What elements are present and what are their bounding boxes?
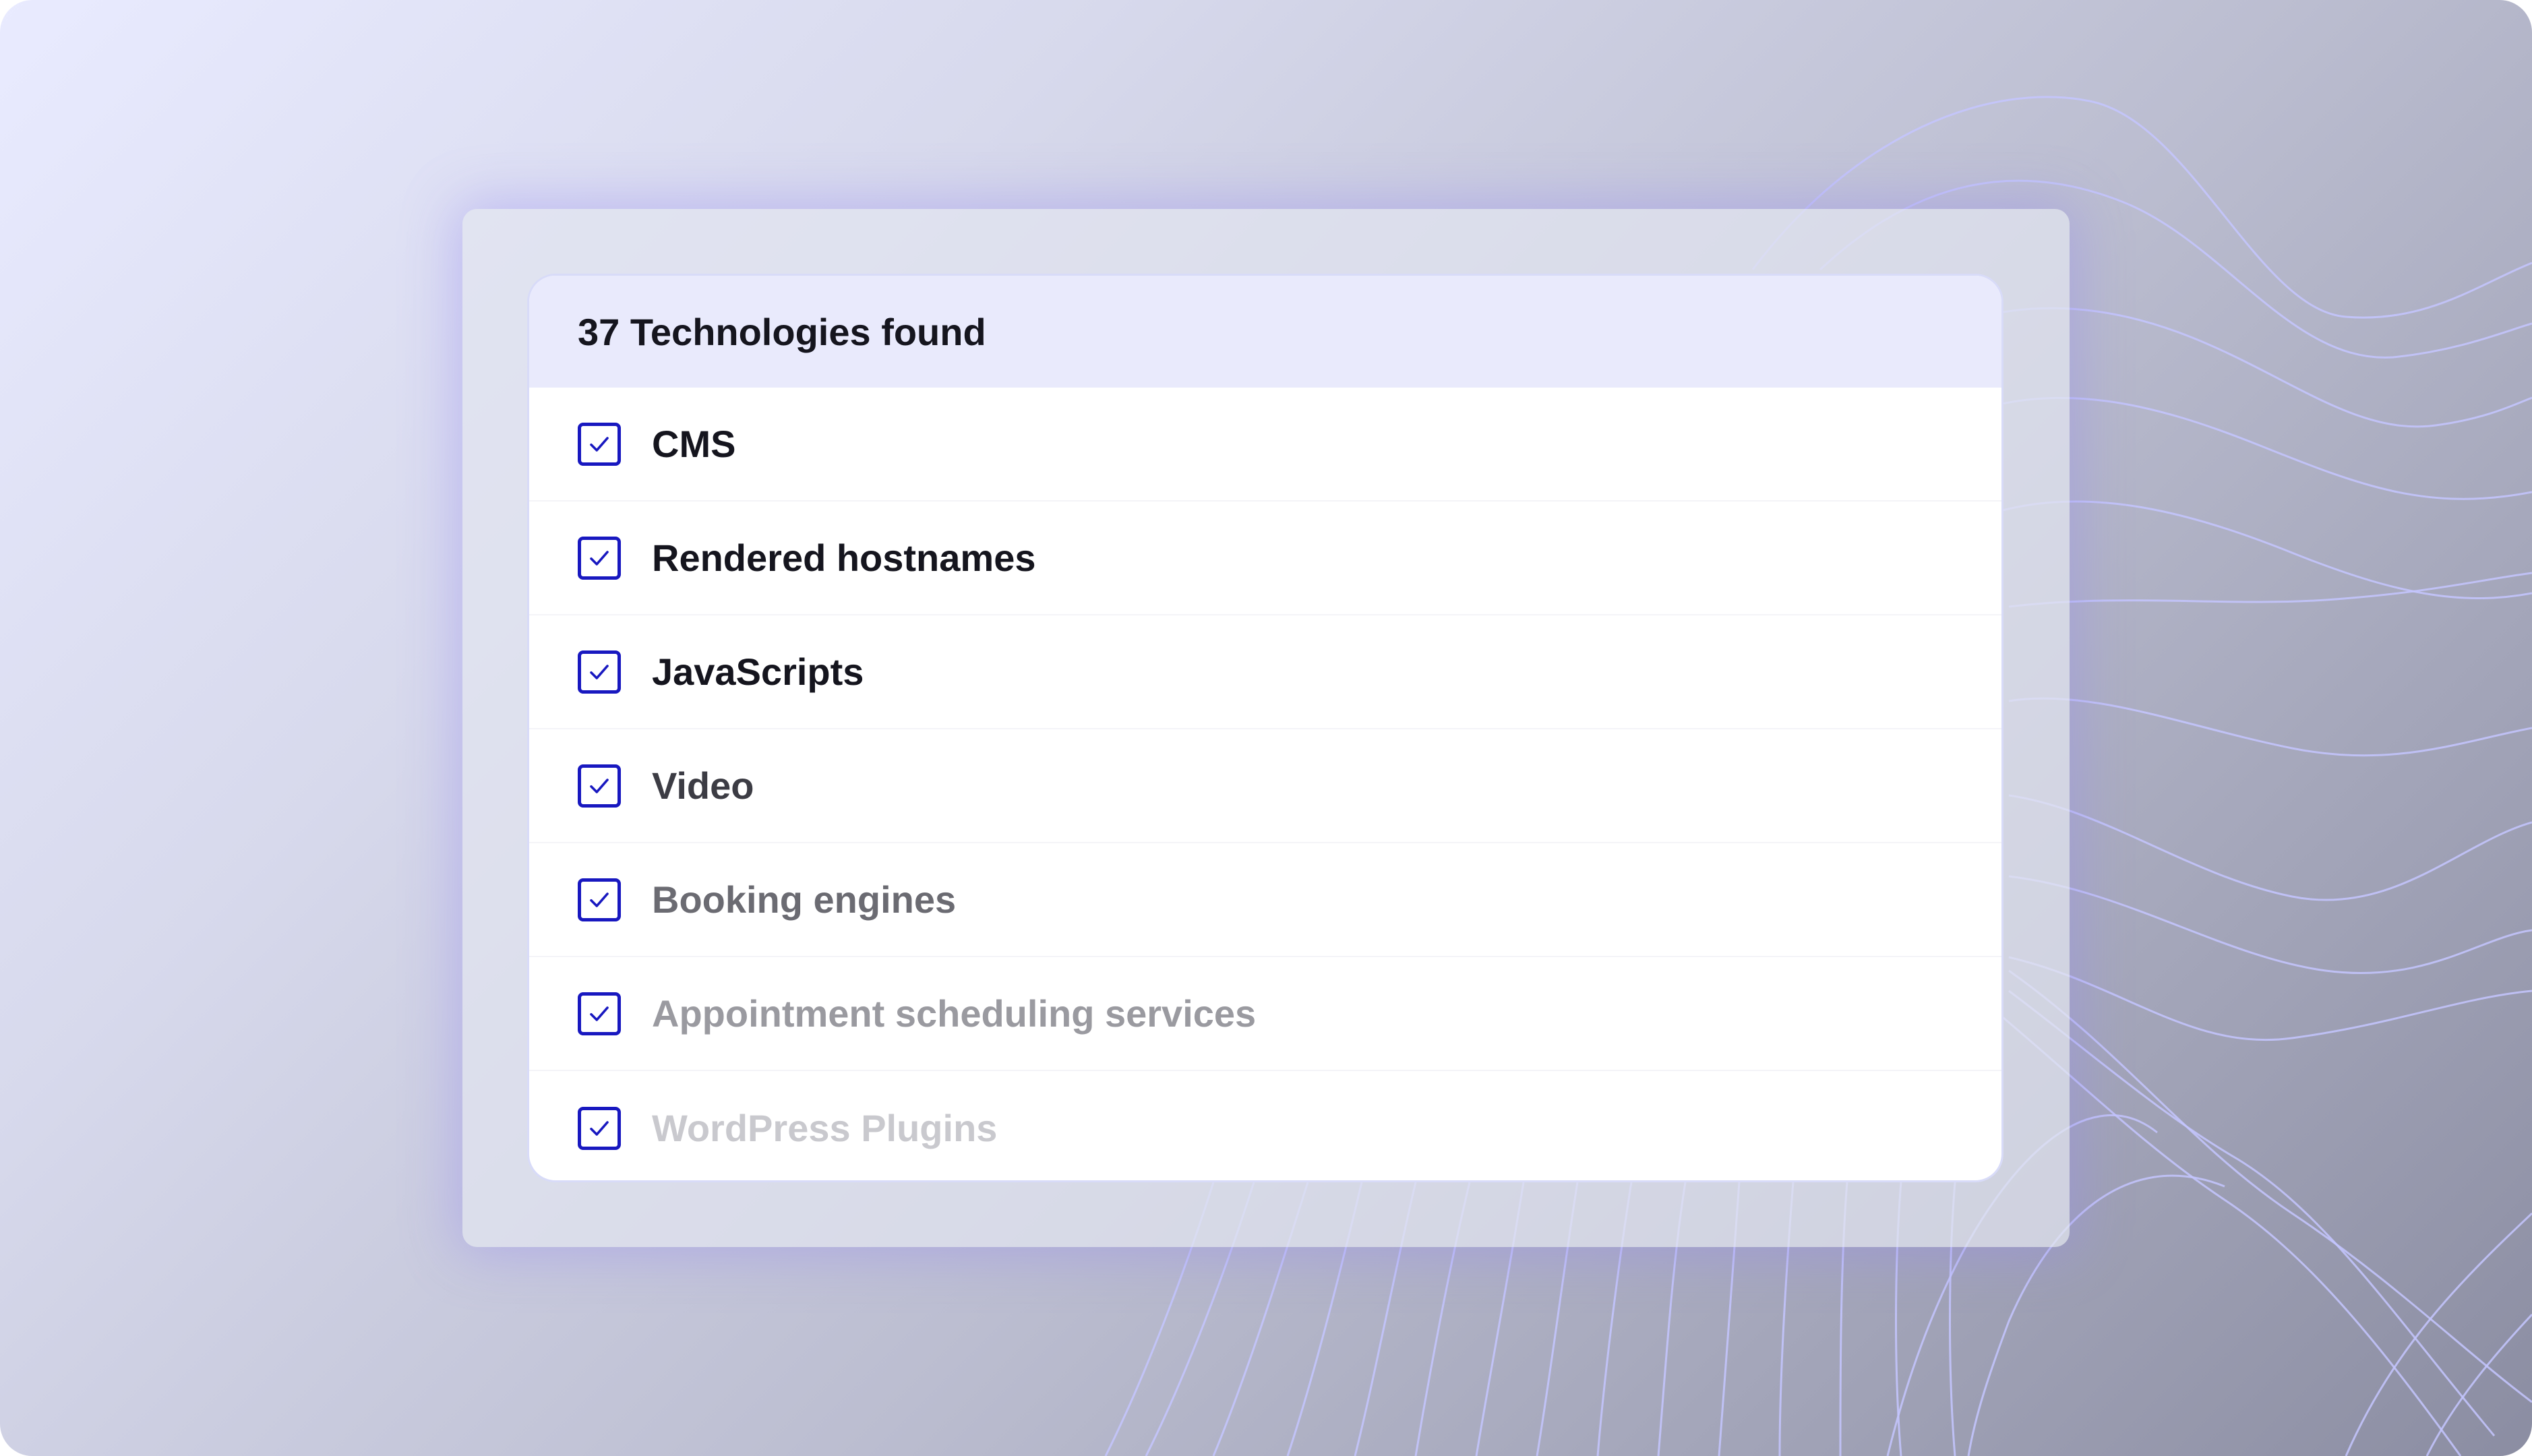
checkbox-cms[interactable] (578, 422, 621, 466)
checkbox-rendered-hostnames[interactable] (578, 536, 621, 580)
checkbox-wordpress-plugins[interactable] (578, 1106, 621, 1150)
technology-item-booking-engines[interactable]: Booking engines (529, 843, 2001, 957)
checkmark-icon (590, 1006, 609, 1021)
technology-item-rendered-hostnames[interactable]: Rendered hostnames (529, 502, 2001, 615)
technology-item-appointment-scheduling[interactable]: Appointment scheduling services (529, 957, 2001, 1071)
checkmark-icon (590, 778, 609, 793)
technology-list: CMS Rendered hostnames JavaScripts Video (529, 388, 2001, 1180)
technology-label: Rendered hostnames (652, 537, 1036, 579)
checkbox-booking-engines[interactable] (578, 878, 621, 921)
checkmark-icon (590, 436, 609, 452)
technology-label: WordPress Plugins (652, 1107, 998, 1149)
technology-label: Video (652, 764, 754, 807)
checkmark-icon (590, 892, 609, 907)
technology-label: CMS (652, 423, 736, 465)
background-stage: 37 Technologies found CMS Rendered hostn… (0, 0, 2532, 1456)
checkbox-video[interactable] (578, 764, 621, 808)
checkmark-icon (590, 550, 609, 566)
technologies-count-title: 37 Technologies found (578, 310, 986, 353)
technology-item-wordpress-plugins[interactable]: WordPress Plugins (529, 1071, 2001, 1180)
checkmark-icon (590, 1120, 609, 1136)
checkbox-appointment-scheduling[interactable] (578, 992, 621, 1035)
technology-label: Appointment scheduling services (652, 992, 1257, 1035)
technology-item-video[interactable]: Video (529, 729, 2001, 843)
checkmark-icon (590, 664, 609, 679)
card-header: 37 Technologies found (529, 276, 2001, 388)
technology-label: Booking engines (652, 878, 957, 921)
technology-item-javascripts[interactable]: JavaScripts (529, 615, 2001, 729)
technology-item-cms[interactable]: CMS (529, 388, 2001, 502)
technology-label: JavaScripts (652, 650, 864, 693)
technologies-card: 37 Technologies found CMS Rendered hostn… (527, 274, 2003, 1182)
checkbox-javascripts[interactable] (578, 650, 621, 694)
